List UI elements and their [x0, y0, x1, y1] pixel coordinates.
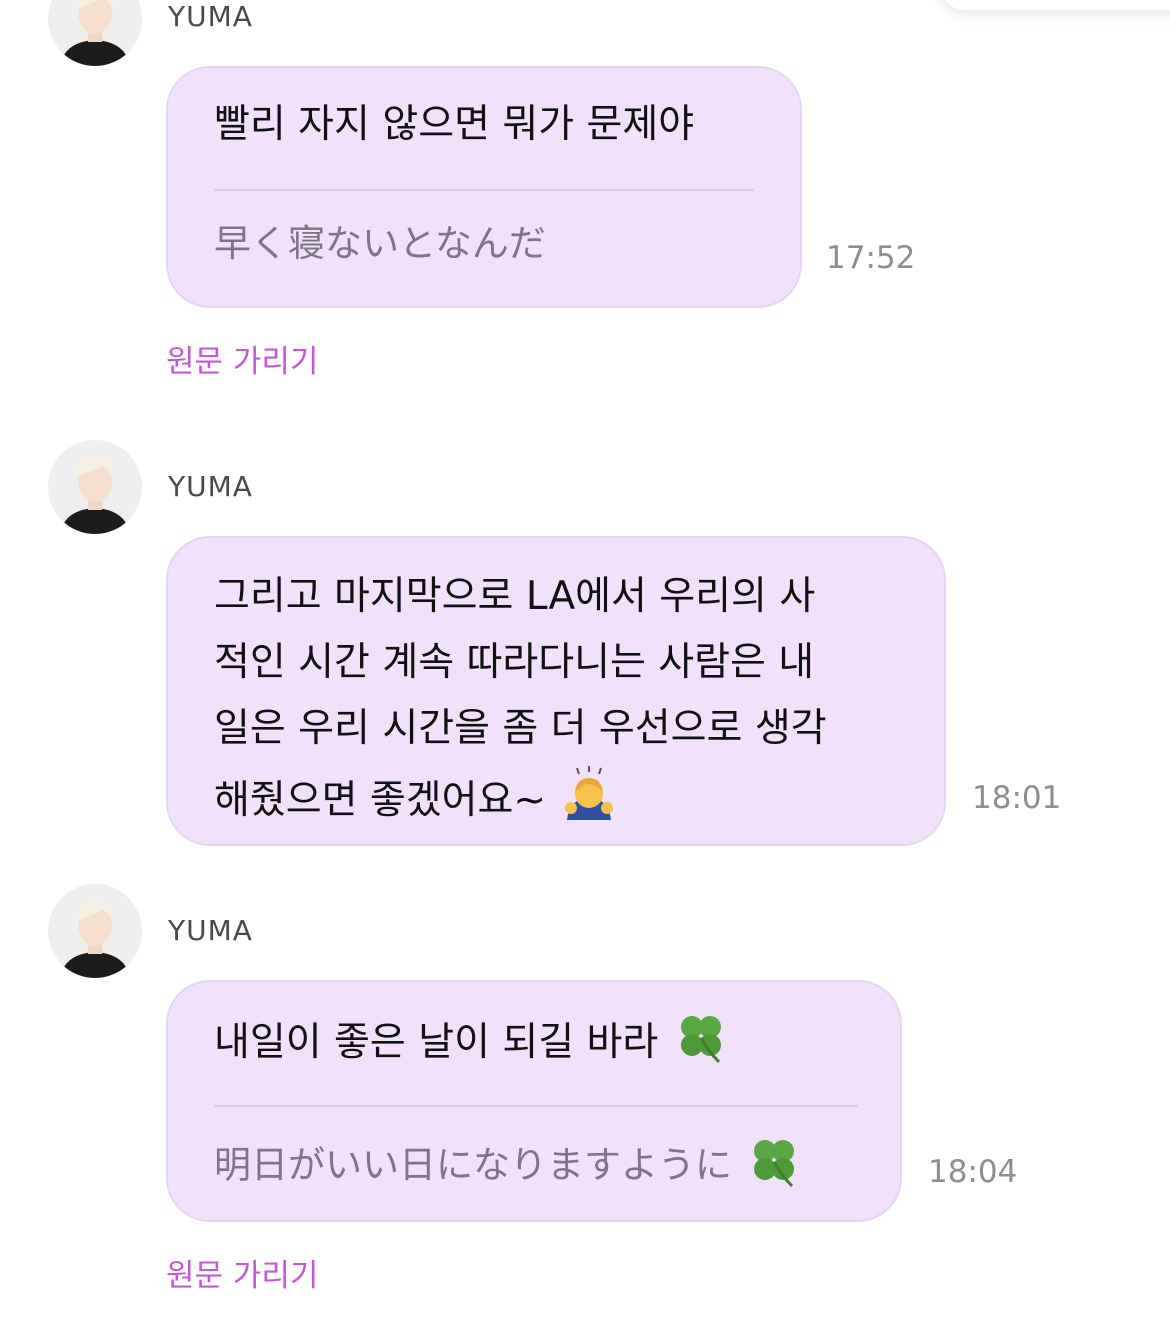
message-text-line: 적인 시간 계속 따라다니는 사람은 내: [214, 640, 815, 685]
hide-original-button[interactable]: 원문 가리기: [166, 336, 318, 381]
message-bubble[interactable]: 내일이 좋은 날이 되길 바라 明日がいい日になりますように: [166, 980, 902, 1222]
sender-name: YUMA: [168, 914, 253, 947]
translation-divider: [214, 189, 754, 191]
four-leaf-clover-emoji: [673, 1008, 729, 1081]
sender-name: YUMA: [168, 0, 253, 33]
message-timestamp: 17:52: [826, 240, 916, 276]
avatar[interactable]: [48, 884, 142, 978]
avatar[interactable]: [48, 440, 142, 534]
top-floating-bar[interactable]: [940, 0, 1170, 10]
message-text: 내일이 좋은 날이 되길 바라: [214, 1020, 659, 1065]
message-text-line: 그리고 마지막으로 LA에서 우리의 사: [214, 574, 816, 619]
chat-screen: YUMA 빨리 자지 않으면 뭐가 문제야 早く寝ないとなんだ 17:52 원문…: [0, 0, 1170, 1323]
bowing-person-emoji: [561, 766, 617, 839]
four-leaf-clover-emoji: [746, 1132, 802, 1202]
message-timestamp: 18:04: [928, 1154, 1018, 1190]
message-bubble[interactable]: 그리고 마지막으로 LA에서 우리의 사 적인 시간 계속 따라다니는 사람은 …: [166, 536, 946, 846]
message-text: 빨리 자지 않으면 뭐가 문제야: [214, 102, 695, 147]
message-bubble[interactable]: 빨리 자지 않으면 뭐가 문제야 早く寝ないとなんだ: [166, 66, 802, 308]
message-timestamp: 18:01: [972, 780, 1062, 816]
message-text-line: 일은 우리 시간을 좀 더 우선으로 생각: [214, 706, 827, 751]
message-text-line: 해줬으면 좋겠어요~: [214, 778, 547, 823]
original-text: 早く寝ないとなんだ: [214, 222, 546, 265]
translation-divider: [214, 1105, 858, 1107]
hide-original-button[interactable]: 원문 가리기: [166, 1250, 318, 1295]
avatar[interactable]: [48, 0, 142, 66]
sender-name: YUMA: [168, 470, 253, 503]
original-text: 明日がいい日になりますように: [214, 1143, 732, 1187]
